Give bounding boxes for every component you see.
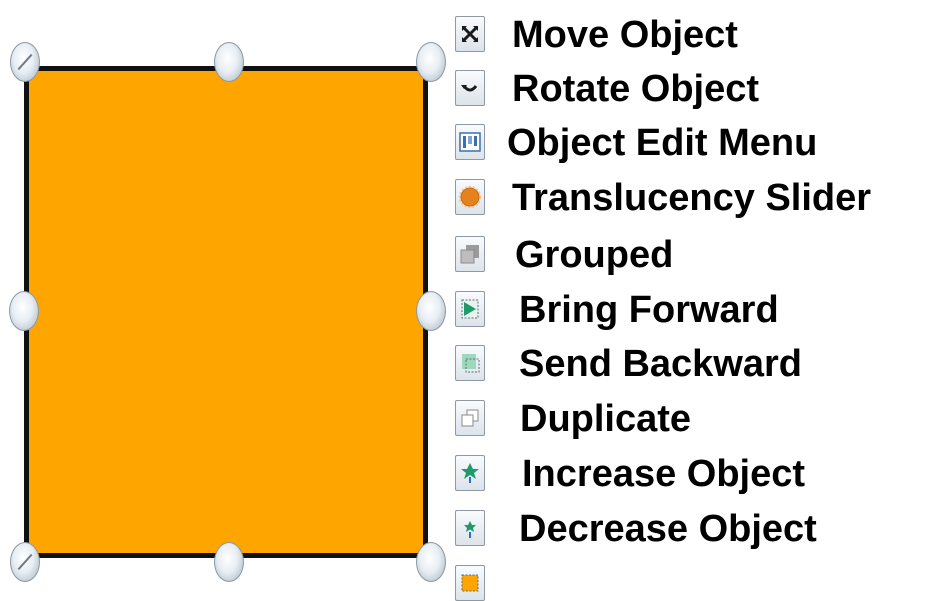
decrease-object-label: Decrease Object	[519, 508, 817, 550]
translucency-icon	[458, 185, 482, 209]
rotate-icon	[461, 85, 478, 92]
grouped-button[interactable]	[455, 236, 485, 272]
send-backward-button[interactable]	[455, 345, 485, 381]
send-backward-label: Send Backward	[519, 343, 802, 385]
resize-handle-right[interactable]	[416, 291, 446, 331]
resize-handle-bottom[interactable]	[214, 542, 244, 582]
grouped-icon	[460, 245, 479, 264]
resize-handle-left[interactable]	[9, 291, 39, 331]
move-icon	[462, 26, 478, 42]
bring-forward-button[interactable]	[455, 291, 485, 327]
increase-object-label: Increase Object	[522, 453, 806, 495]
bring-forward-label: Bring Forward	[519, 289, 779, 331]
bring-forward-icon	[461, 299, 479, 319]
resize-handle-top[interactable]	[214, 42, 244, 82]
object-edit-menu-button[interactable]	[455, 124, 485, 160]
selected-rectangle[interactable]	[24, 66, 428, 558]
increase-object-button[interactable]	[455, 455, 485, 491]
duplicate-icon	[461, 409, 479, 427]
rotate-object-button[interactable]	[455, 70, 485, 106]
resize-handle-top-left[interactable]	[10, 42, 40, 82]
translucency-slider-label: Translucency Slider	[512, 177, 872, 219]
resize-handle-top-right[interactable]	[416, 42, 446, 82]
edit-menu-icon	[459, 132, 481, 152]
send-backward-icon	[462, 354, 480, 373]
duplicate-label: Duplicate	[520, 398, 692, 440]
move-object-button[interactable]	[455, 16, 485, 52]
decrease-object-button[interactable]	[455, 510, 485, 546]
fill-color-icon	[461, 574, 479, 592]
translucency-slider-button[interactable]	[455, 179, 485, 215]
rotate-object-label: Rotate Object	[512, 68, 760, 110]
duplicate-button[interactable]	[455, 400, 485, 436]
increase-icon	[461, 463, 479, 483]
object-edit-menu-label: Object Edit Menu	[507, 122, 818, 164]
grouped-label: Grouped	[515, 234, 674, 276]
move-object-label: Move Object	[512, 14, 738, 56]
decrease-icon	[464, 521, 476, 538]
resize-handle-bottom-left[interactable]	[10, 542, 40, 582]
resize-handle-bottom-right[interactable]	[416, 542, 446, 582]
fill-color-button[interactable]	[455, 565, 485, 601]
